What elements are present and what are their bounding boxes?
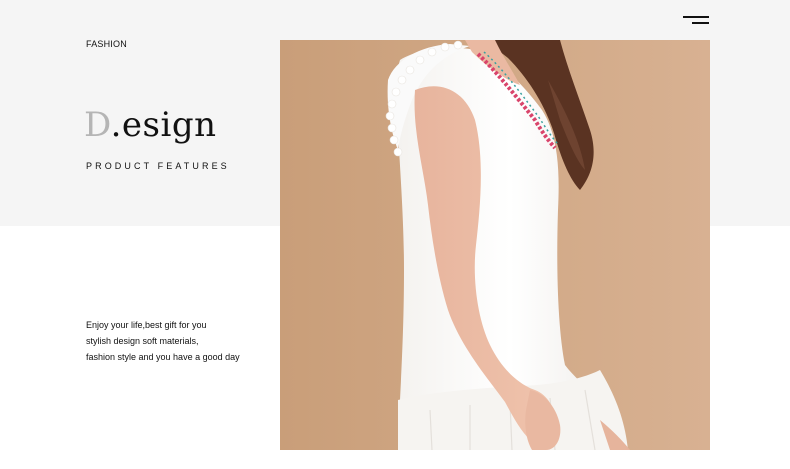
hamburger-menu-icon[interactable] bbox=[683, 16, 710, 26]
design-title: D.esign bbox=[84, 108, 216, 142]
description-line: fashion style and you have a good day bbox=[86, 352, 240, 362]
description-line: stylish design soft materials, bbox=[86, 336, 199, 346]
product-features-subtitle: PRODUCT FEATURES bbox=[86, 161, 230, 171]
model-illustration bbox=[280, 40, 710, 450]
title-rest: .esign bbox=[110, 105, 217, 145]
description-line: Enjoy your life,best gift for you bbox=[86, 320, 207, 330]
description-text: Enjoy your life,best gift for you stylis… bbox=[86, 317, 276, 365]
section-label: FASHION bbox=[86, 39, 127, 49]
title-initial: D bbox=[84, 105, 111, 145]
product-photo bbox=[280, 40, 710, 450]
menu-bar-bottom bbox=[692, 22, 709, 24]
menu-bar-top bbox=[683, 16, 709, 18]
